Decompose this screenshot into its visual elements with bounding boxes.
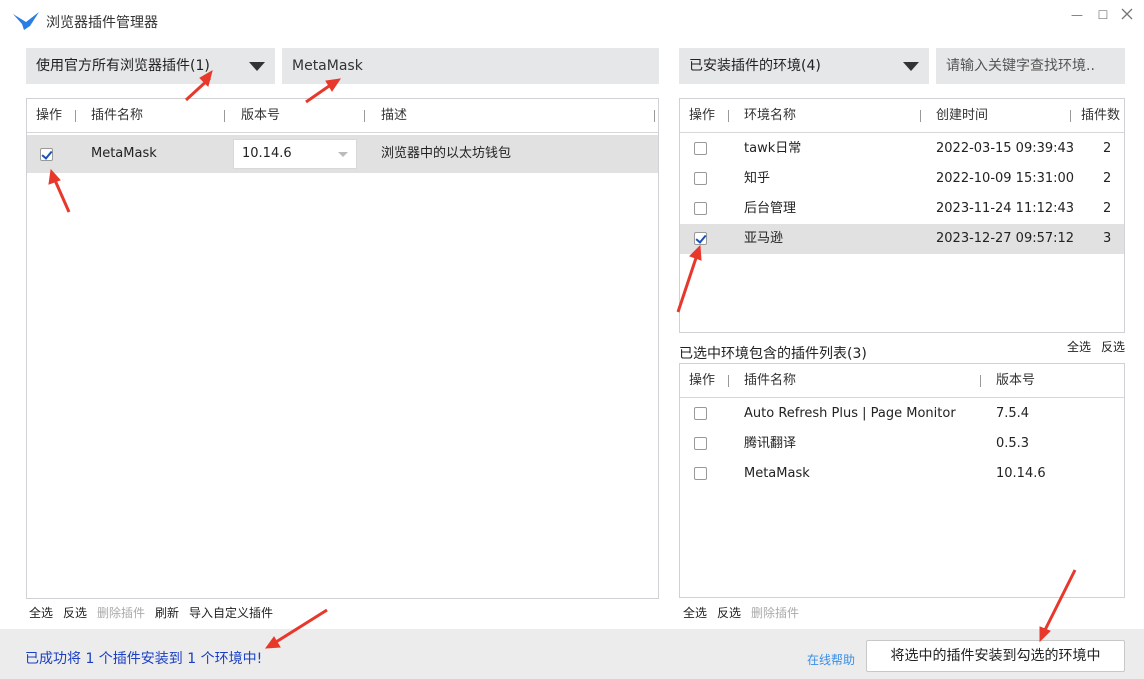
table-row[interactable]: 知乎 2022-10-09 15:31:00 2 xyxy=(680,164,1124,194)
env-created: 2023-11-24 11:12:43 xyxy=(936,201,1075,216)
col-separator xyxy=(920,110,921,122)
table-row[interactable]: tawk日常 2022-03-15 09:39:43 2 xyxy=(680,134,1124,164)
plugin-name: MetaMask xyxy=(744,466,810,481)
caret-down-icon xyxy=(249,62,265,71)
caret-down-icon xyxy=(903,62,919,71)
row-checkbox[interactable] xyxy=(694,232,707,245)
minimize-button[interactable]: — xyxy=(1068,6,1086,24)
env-filter-label: 已安装插件的环境(4) xyxy=(689,58,821,74)
install-to-selected-env-button[interactable]: 将选中的插件安装到勾选的环境中 xyxy=(866,640,1125,672)
col-separator xyxy=(364,110,365,122)
invert-selection-link[interactable]: 反选 xyxy=(63,604,87,621)
row-checkbox[interactable] xyxy=(694,437,707,450)
col-separator xyxy=(654,110,655,122)
plugin-table: 操作 插件名称 版本号 描述 MetaMask 10.14.6 浏览器中的以太坊… xyxy=(26,98,659,599)
col-version: 版本号 xyxy=(996,373,1036,388)
col-version: 版本号 xyxy=(241,108,281,123)
env-name: 亚马逊 xyxy=(744,231,784,246)
bird-logo-icon xyxy=(13,12,39,30)
window-title: 浏览器插件管理器 xyxy=(46,15,158,31)
plugin-version: 10.14.6 xyxy=(996,466,1046,481)
plugin-search-input[interactable] xyxy=(282,48,659,84)
plugin-source-label: 使用官方所有浏览器插件(1) xyxy=(36,58,210,74)
env-created: 2022-03-15 09:39:43 xyxy=(936,141,1075,156)
plugin-version: 7.5.4 xyxy=(996,406,1030,421)
refresh-link[interactable]: 刷新 xyxy=(155,604,179,621)
env-created: 2022-10-09 15:31:00 xyxy=(936,171,1075,186)
delete-plugin-link: 删除插件 xyxy=(97,606,146,620)
env-search-input[interactable] xyxy=(936,48,1125,84)
env-count: 2 xyxy=(1103,201,1112,216)
env-table-header: 操作 环境名称 创建时间 插件数 xyxy=(680,99,1124,133)
env-table: 操作 环境名称 创建时间 插件数 tawk日常 2022-03-15 09:39… xyxy=(679,98,1125,333)
env-invert-link[interactable]: 反选 xyxy=(717,604,741,621)
caret-down-icon xyxy=(338,152,348,157)
plugin-source-dropdown[interactable]: 使用官方所有浏览器插件(1) xyxy=(26,48,275,84)
maximize-button[interactable]: ☐ xyxy=(1094,6,1112,24)
online-help-link[interactable]: 在线帮助 xyxy=(807,651,855,668)
title-bar: 浏览器插件管理器 — ☐ xyxy=(0,0,1144,40)
col-separator xyxy=(728,375,729,387)
col-op: 操作 xyxy=(36,108,63,123)
list-invert-link[interactable]: 反选 xyxy=(1101,338,1125,355)
row-checkbox[interactable] xyxy=(694,142,707,155)
env-created: 2023-12-27 09:57:12 xyxy=(936,231,1075,246)
env-name: 知乎 xyxy=(744,171,771,186)
col-separator xyxy=(1070,110,1071,122)
col-op: 操作 xyxy=(689,108,716,123)
import-custom-plugin-link[interactable]: 导入自定义插件 xyxy=(189,604,273,621)
plugin-version: 0.5.3 xyxy=(996,436,1030,451)
status-bar: 已成功将 1 个插件安装到 1 个环境中! 在线帮助 将选中的插件安装到勾选的环… xyxy=(0,629,1144,679)
plugin-desc: 浏览器中的以太坊钱包 xyxy=(381,146,512,161)
col-op: 操作 xyxy=(689,373,716,388)
plugin-name: 腾讯翻译 xyxy=(744,436,797,451)
version-value: 10.14.6 xyxy=(242,146,292,161)
col-created: 创建时间 xyxy=(936,108,989,123)
env-filter-dropdown[interactable]: 已安装插件的环境(4) xyxy=(679,48,929,84)
plugin-name: MetaMask xyxy=(91,146,157,161)
col-desc: 描述 xyxy=(381,108,408,123)
row-checkbox[interactable] xyxy=(694,467,707,480)
list-select-all-link[interactable]: 全选 xyxy=(1067,338,1091,355)
close-icon[interactable] xyxy=(1120,7,1134,21)
status-message: 已成功将 1 个插件安装到 1 个环境中! xyxy=(25,651,263,667)
table-row[interactable]: MetaMask 10.14.6 浏览器中的以太坊钱包 xyxy=(27,135,658,173)
env-count: 2 xyxy=(1103,141,1112,156)
env-name: tawk日常 xyxy=(744,141,802,156)
table-row[interactable]: Auto Refresh Plus | Page Monitor 7.5.4 xyxy=(680,399,1124,429)
col-name: 插件名称 xyxy=(91,108,144,123)
env-delete-plugin-link: 删除插件 xyxy=(751,606,800,620)
table-row[interactable]: MetaMask 10.14.6 xyxy=(680,459,1124,489)
table-row[interactable]: 亚马逊 2023-12-27 09:57:12 3 xyxy=(680,224,1124,254)
env-count: 2 xyxy=(1103,171,1112,186)
plugin-table-header: 操作 插件名称 版本号 描述 xyxy=(27,99,658,133)
row-checkbox[interactable] xyxy=(40,148,53,161)
col-env-name: 环境名称 xyxy=(744,108,797,123)
env-select-all-link[interactable]: 全选 xyxy=(683,604,707,621)
env-name: 后台管理 xyxy=(744,201,797,216)
version-select[interactable]: 10.14.6 xyxy=(233,139,357,169)
env-plugin-table-header: 操作 插件名称 版本号 xyxy=(680,364,1124,398)
plugin-list-title: 已选中环境包含的插件列表(3) xyxy=(679,346,867,362)
plugin-manager-window: 浏览器插件管理器 — ☐ 使用官方所有浏览器插件(1) 已安装插件的环境(4) … xyxy=(0,0,1144,679)
env-count: 3 xyxy=(1103,231,1112,246)
row-checkbox[interactable] xyxy=(694,202,707,215)
row-checkbox[interactable] xyxy=(694,407,707,420)
row-checkbox[interactable] xyxy=(694,172,707,185)
col-separator xyxy=(728,110,729,122)
select-all-link[interactable]: 全选 xyxy=(29,604,53,621)
table-row[interactable]: 腾讯翻译 0.5.3 xyxy=(680,429,1124,459)
col-separator xyxy=(75,110,76,122)
col-separator xyxy=(224,110,225,122)
plugin-name: Auto Refresh Plus | Page Monitor xyxy=(744,406,956,421)
env-plugin-table: 操作 插件名称 版本号 Auto Refresh Plus | Page Mon… xyxy=(679,363,1125,598)
col-separator xyxy=(980,375,981,387)
col-count: 插件数 xyxy=(1081,108,1121,123)
table-row[interactable]: 后台管理 2023-11-24 11:12:43 2 xyxy=(680,194,1124,224)
col-name: 插件名称 xyxy=(744,373,797,388)
